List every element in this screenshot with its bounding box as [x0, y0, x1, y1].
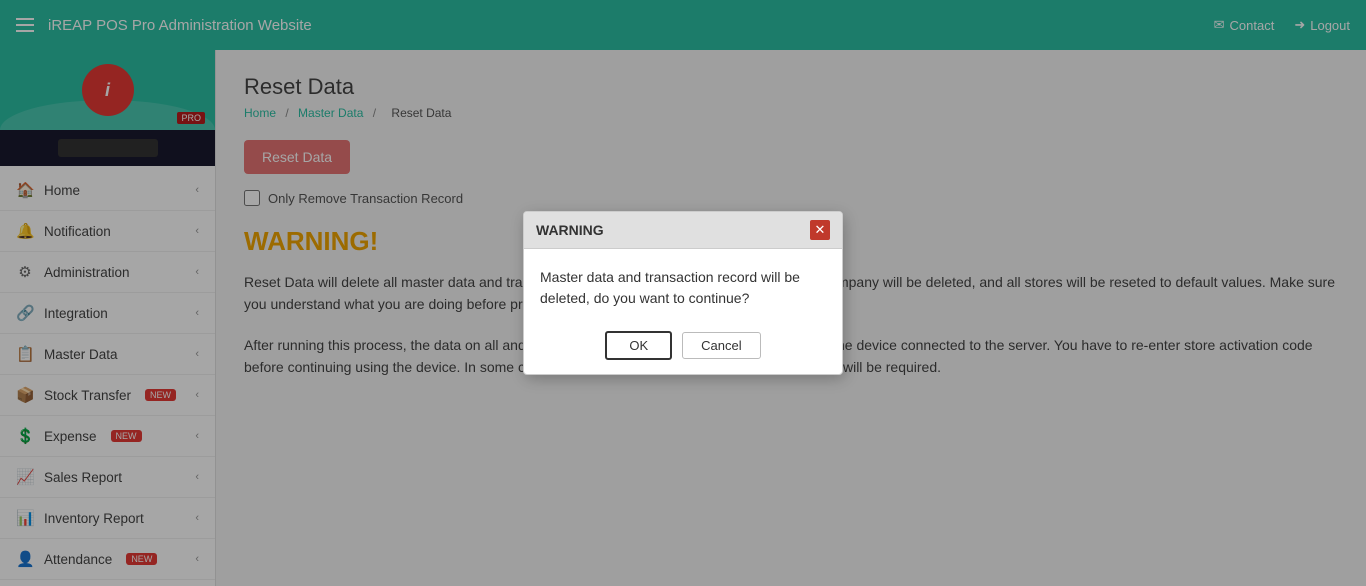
warning-modal: WARNING ✕ Master data and transaction re…	[523, 211, 843, 375]
modal-cancel-button[interactable]: Cancel	[682, 332, 760, 359]
modal-title: WARNING	[536, 222, 604, 238]
modal-body: Master data and transaction record will …	[524, 249, 842, 321]
modal-footer: OK Cancel	[524, 321, 842, 374]
modal-close-button[interactable]: ✕	[810, 220, 830, 240]
modal-ok-button[interactable]: OK	[605, 331, 672, 360]
modal-header: WARNING ✕	[524, 212, 842, 249]
modal-overlay: WARNING ✕ Master data and transaction re…	[0, 0, 1366, 586]
modal-message: Master data and transaction record will …	[540, 269, 800, 306]
